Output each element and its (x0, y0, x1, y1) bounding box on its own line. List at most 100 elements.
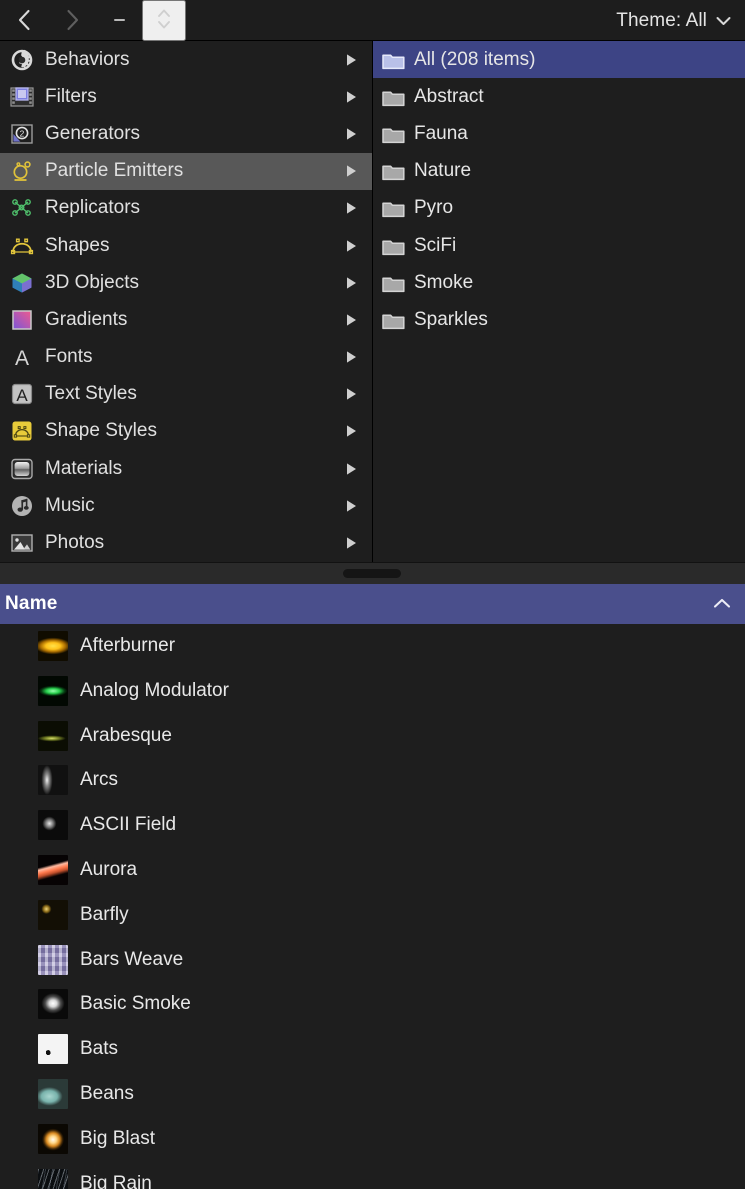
folder-icon (382, 88, 405, 106)
asset-thumbnail (38, 721, 68, 751)
chevron-right-icon (64, 8, 81, 32)
asset-row[interactable]: Barfly (0, 892, 745, 937)
submenu-arrow-icon[interactable] (344, 53, 358, 67)
category-item-particle-emitters[interactable]: Particle Emitters (0, 153, 372, 190)
category-item-label: Text Styles (45, 383, 344, 405)
category-item-label: Gradients (45, 309, 344, 331)
folder-item-label: Pyro (414, 197, 453, 219)
asset-name: Aurora (80, 859, 137, 881)
svg-text:A: A (15, 347, 29, 369)
theme-filter-label: Theme: All (616, 10, 707, 32)
asset-thumbnail (38, 1034, 68, 1064)
asset-row[interactable]: Basic Smoke (0, 982, 745, 1027)
svg-text:A: A (16, 386, 28, 405)
folder-icon (382, 51, 405, 69)
list-column-header-name[interactable]: Name (0, 584, 745, 624)
category-item-label: 3D Objects (45, 272, 344, 294)
generator-icon: 2 (9, 121, 35, 147)
folder-item-label: Abstract (414, 86, 484, 108)
submenu-arrow-icon[interactable] (344, 239, 358, 253)
folder-item-sparkles[interactable]: Sparkles (373, 301, 745, 338)
browser-split-view: BehaviorsFilters2GeneratorsParticle Emit… (0, 41, 745, 562)
category-item-materials[interactable]: Materials (0, 450, 372, 487)
music-note-icon (9, 493, 35, 519)
folder-item-label: SciFi (414, 235, 456, 257)
folder-item-label: Fauna (414, 123, 468, 145)
category-item-fonts[interactable]: A Fonts (0, 339, 372, 376)
text-style-icon: A (9, 381, 35, 407)
svg-text:2: 2 (20, 129, 25, 139)
submenu-arrow-icon[interactable] (344, 387, 358, 401)
theme-filter-dropdown[interactable]: Theme: All (610, 0, 737, 41)
asset-thumbnail (38, 1169, 68, 1189)
asset-thumbnail (38, 1124, 68, 1154)
submenu-arrow-icon[interactable] (344, 164, 358, 178)
font-a-icon: A (9, 344, 35, 370)
asset-name: ASCII Field (80, 814, 176, 836)
category-item-label: Fonts (45, 346, 344, 368)
category-item-gradients[interactable]: Gradients (0, 301, 372, 338)
horizontal-scrollbar-track[interactable] (0, 562, 745, 584)
toolbar: Theme: All (0, 0, 745, 41)
up-down-stepper[interactable] (142, 0, 186, 41)
asset-row[interactable]: Beans (0, 1072, 745, 1117)
submenu-arrow-icon[interactable] (344, 462, 358, 476)
category-item-photos[interactable]: Photos (0, 524, 372, 561)
folder-item-fauna[interactable]: Fauna (373, 115, 745, 152)
asset-list: Afterburner Analog Modulator ArabesqueArcs… (0, 624, 745, 1189)
forward-button[interactable] (48, 0, 96, 41)
asset-thumbnail (38, 810, 68, 840)
folder-item-scifi[interactable]: SciFi (373, 227, 745, 264)
category-item-music[interactable]: Music (0, 487, 372, 524)
submenu-arrow-icon[interactable] (344, 127, 358, 141)
asset-row[interactable]: Big Blast (0, 1116, 745, 1161)
asset-row[interactable]: Afterburner (0, 624, 745, 669)
shapes-icon (9, 233, 35, 259)
horizontal-scrollbar-thumb[interactable] (343, 569, 401, 578)
category-item-text-styles[interactable]: A Text Styles (0, 376, 372, 413)
asset-name: Analog Modulator (80, 680, 229, 702)
folder-item-nature[interactable]: Nature (373, 153, 745, 190)
gradient-icon (9, 307, 35, 333)
asset-row[interactable]: Big Rain (0, 1161, 745, 1189)
folder-icon (382, 274, 405, 292)
gear-icon (9, 47, 35, 73)
category-item-shape-styles[interactable]: Shape Styles (0, 413, 372, 450)
asset-name: Barfly (80, 904, 129, 926)
folder-item-pyro[interactable]: Pyro (373, 190, 745, 227)
asset-row[interactable]: Aurora (0, 848, 745, 893)
asset-row[interactable]: Arcs (0, 758, 745, 803)
submenu-arrow-icon[interactable] (344, 536, 358, 550)
category-item-shapes[interactable]: Shapes (0, 227, 372, 264)
back-button[interactable] (0, 0, 48, 41)
navigation-buttons (0, 0, 186, 41)
folder-icon (382, 199, 405, 217)
submenu-arrow-icon[interactable] (344, 276, 358, 290)
folder-item-smoke[interactable]: Smoke (373, 264, 745, 301)
submenu-arrow-icon[interactable] (344, 313, 358, 327)
category-item-label: Photos (45, 532, 344, 554)
submenu-arrow-icon[interactable] (344, 201, 358, 215)
asset-row[interactable]: ASCII Field (0, 803, 745, 848)
submenu-arrow-icon[interactable] (344, 90, 358, 104)
asset-row[interactable]: Arabesque (0, 713, 745, 758)
category-item-label: Shape Styles (45, 420, 344, 442)
asset-row[interactable]: Bats (0, 1027, 745, 1072)
category-item-replicators[interactable]: Replicators (0, 190, 372, 227)
folder-list: All (208 items) Abstract Fauna Nature Pyro Sc… (373, 41, 745, 562)
submenu-arrow-icon[interactable] (344, 424, 358, 438)
category-item-generators[interactable]: 2Generators (0, 115, 372, 152)
chevron-down-icon (716, 16, 731, 26)
asset-row[interactable]: Analog Modulator (0, 668, 745, 713)
category-item-filters[interactable]: Filters (0, 78, 372, 115)
asset-row[interactable]: Bars Weave (0, 937, 745, 982)
folder-icon (382, 237, 405, 255)
category-item-3d-objects[interactable]: 3D Objects (0, 264, 372, 301)
filmstrip-icon (9, 84, 35, 110)
submenu-arrow-icon[interactable] (344, 499, 358, 513)
folder-item-all-208-items-[interactable]: All (208 items) (373, 41, 745, 78)
category-item-behaviors[interactable]: Behaviors (0, 41, 372, 78)
folder-item-abstract[interactable]: Abstract (373, 78, 745, 115)
asset-thumbnail (38, 676, 68, 706)
submenu-arrow-icon[interactable] (344, 350, 358, 364)
